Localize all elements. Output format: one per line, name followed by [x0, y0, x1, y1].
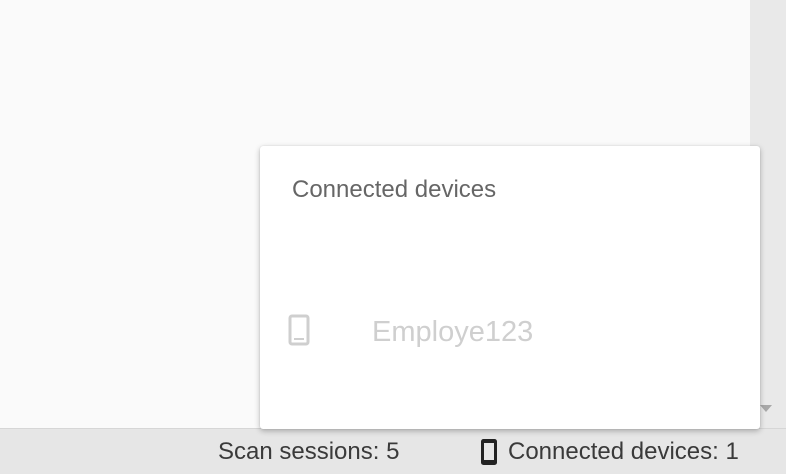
scan-sessions-status: Scan sessions: 5 [218, 438, 400, 465]
status-bar: Scan sessions: 5 Connected devices: 1 [0, 428, 786, 474]
app-window: Scan sessions: 5 Connected devices: 1 Co… [0, 0, 786, 474]
connected-devices-popup: Connected devices Employe123 [260, 146, 760, 429]
device-name: Employe123 [372, 316, 534, 348]
scroll-down-icon[interactable] [760, 405, 772, 412]
connected-devices-status-button[interactable]: Connected devices: 1 [478, 437, 739, 467]
phone-icon [478, 438, 500, 466]
phone-icon [288, 314, 310, 346]
popup-title: Connected devices [292, 176, 497, 203]
connected-devices-count: Connected devices: 1 [508, 438, 739, 465]
device-list-item[interactable]: Employe123 [260, 308, 760, 356]
